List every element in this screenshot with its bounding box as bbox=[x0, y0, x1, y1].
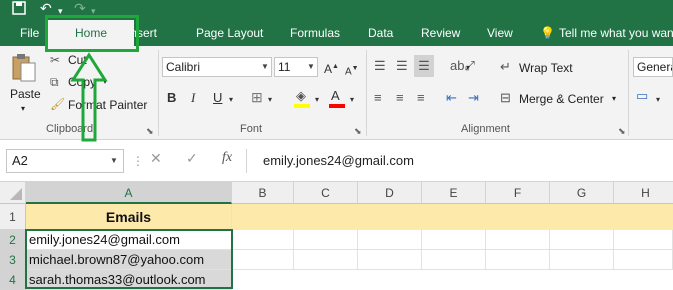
annotation-arrow-icon bbox=[70, 52, 108, 142]
